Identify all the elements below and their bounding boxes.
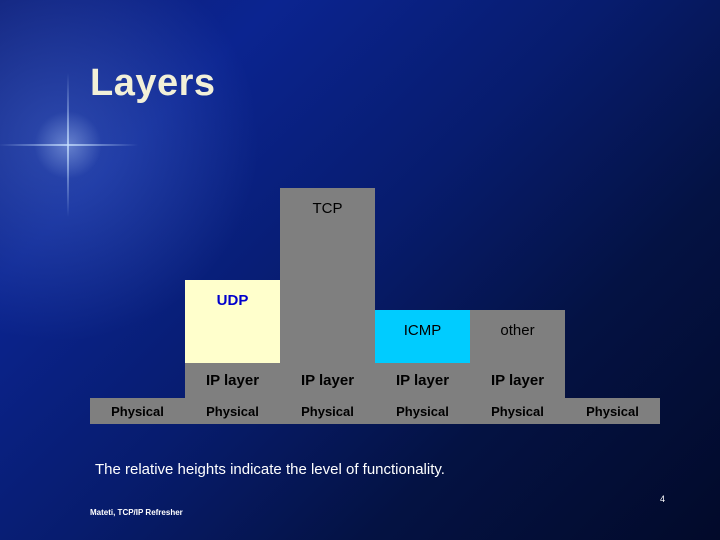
starburst-glow (34, 111, 102, 179)
block-ip-layer: IP layer (470, 363, 565, 398)
block-physical: Physical (565, 398, 660, 424)
block-ip-layer: IP layer (185, 363, 280, 398)
ip-layer-row: IP layer IP layer IP layer IP layer (185, 363, 565, 398)
block-udp: UDP (185, 280, 280, 363)
block-physical: Physical (470, 398, 565, 424)
block-icmp: ICMP (375, 310, 470, 363)
physical-layer-row: Physical Physical Physical Physical Phys… (90, 398, 660, 424)
block-physical: Physical (185, 398, 280, 424)
protocol-stack-diagram: TCP UDP ICMP other IP layer IP layer IP … (90, 188, 660, 424)
block-ip-layer: IP layer (375, 363, 470, 398)
starburst-horizontal-ray (0, 144, 138, 146)
page-title: Layers (90, 62, 216, 104)
block-physical: Physical (90, 398, 185, 424)
block-other: other (470, 310, 565, 363)
block-tcp: TCP (280, 188, 375, 363)
slide-caption: The relative heights indicate the level … (95, 461, 445, 478)
block-ip-layer: IP layer (280, 363, 375, 398)
page-number: 4 (660, 494, 666, 504)
slide: Layers TCP UDP ICMP other IP layer IP la… (0, 0, 720, 540)
starburst-vertical-ray (67, 73, 69, 217)
slide-footer: Mateti, TCP/IP Refresher (90, 508, 183, 517)
block-physical: Physical (280, 398, 375, 424)
block-physical: Physical (375, 398, 470, 424)
